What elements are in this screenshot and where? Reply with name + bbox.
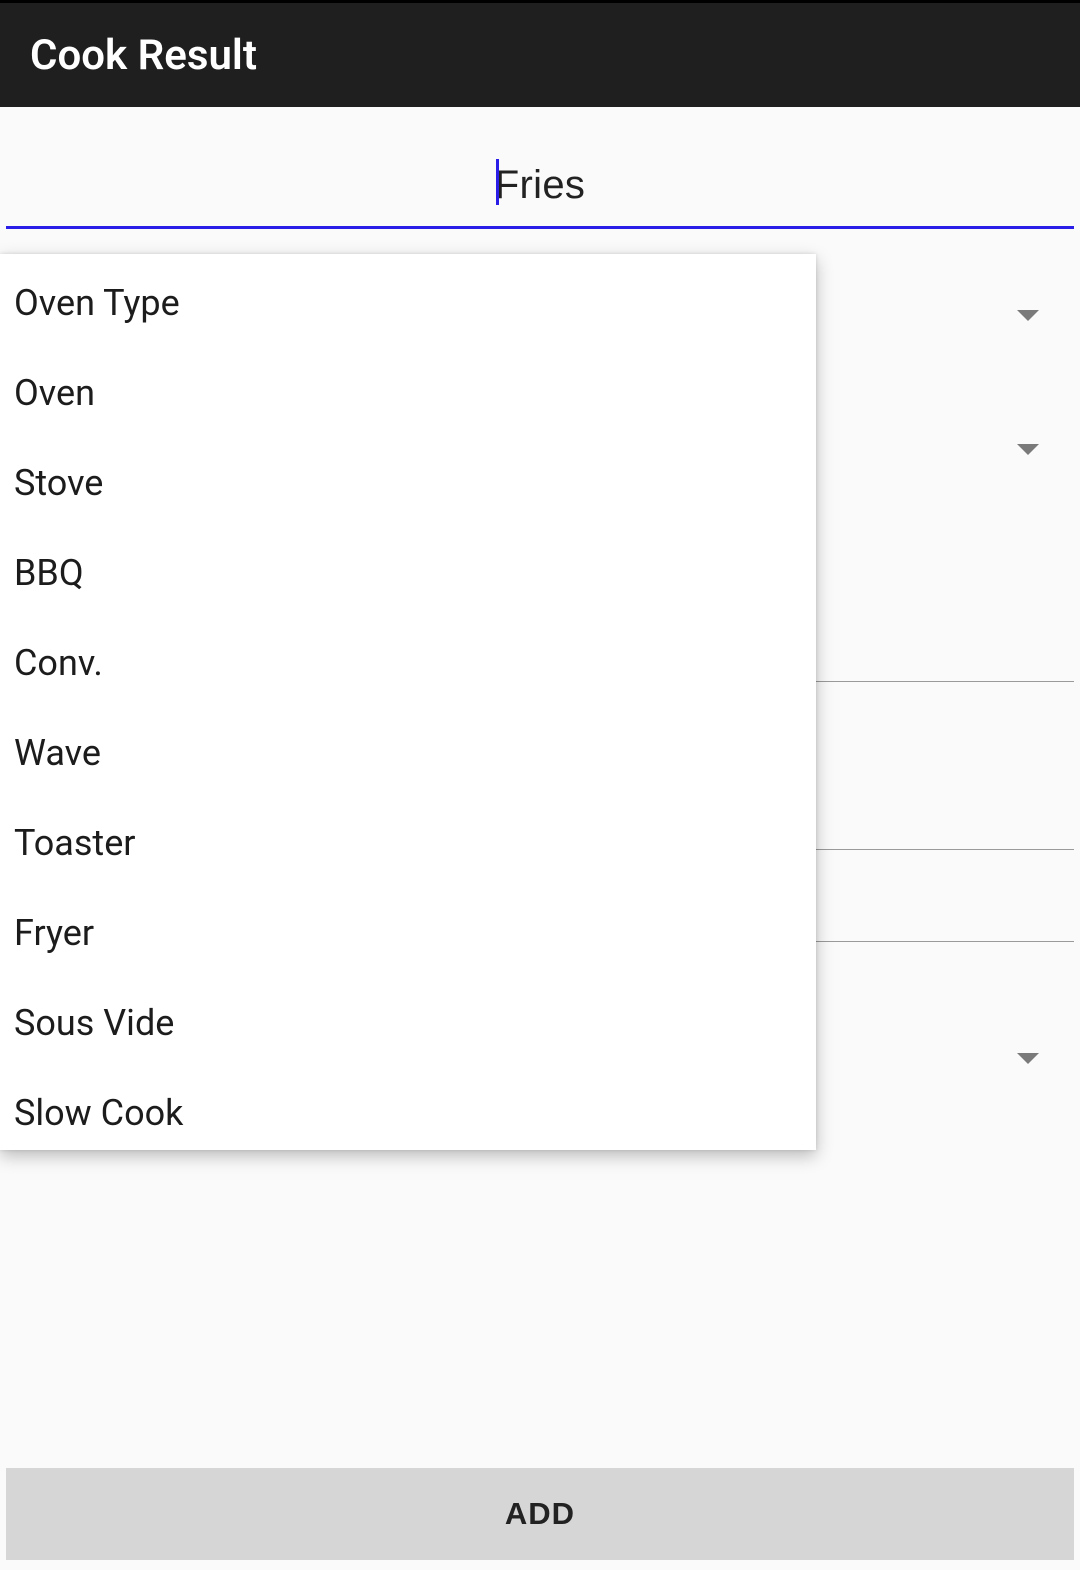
menu-item-wave[interactable]: Wave — [0, 708, 816, 798]
item-name-input[interactable] — [6, 143, 1074, 229]
menu-item-bbq[interactable]: BBQ — [0, 528, 816, 618]
menu-item-slow-cook[interactable]: Slow Cook — [0, 1068, 816, 1150]
chevron-down-icon — [1017, 1053, 1039, 1065]
add-button[interactable]: ADD — [6, 1468, 1074, 1560]
menu-item-toaster[interactable]: Toaster — [0, 798, 816, 888]
menu-item-oven[interactable]: Oven — [0, 348, 816, 438]
item-name-field[interactable] — [6, 143, 1074, 229]
chevron-down-icon — [1017, 310, 1039, 322]
oven-type-dropdown-menu: Oven Type Oven Stove BBQ Conv. Wave Toas… — [0, 254, 816, 1150]
menu-item-sous-vide[interactable]: Sous Vide — [0, 978, 816, 1068]
menu-item-fryer[interactable]: Fryer — [0, 888, 816, 978]
menu-item-oven-type[interactable]: Oven Type — [0, 258, 816, 348]
menu-item-conv[interactable]: Conv. — [0, 618, 816, 708]
text-caret — [496, 159, 499, 205]
chevron-down-icon — [1017, 444, 1039, 456]
menu-item-stove[interactable]: Stove — [0, 438, 816, 528]
page-title: Cook Result — [30, 31, 257, 80]
app-bar: Cook Result — [0, 3, 1080, 107]
